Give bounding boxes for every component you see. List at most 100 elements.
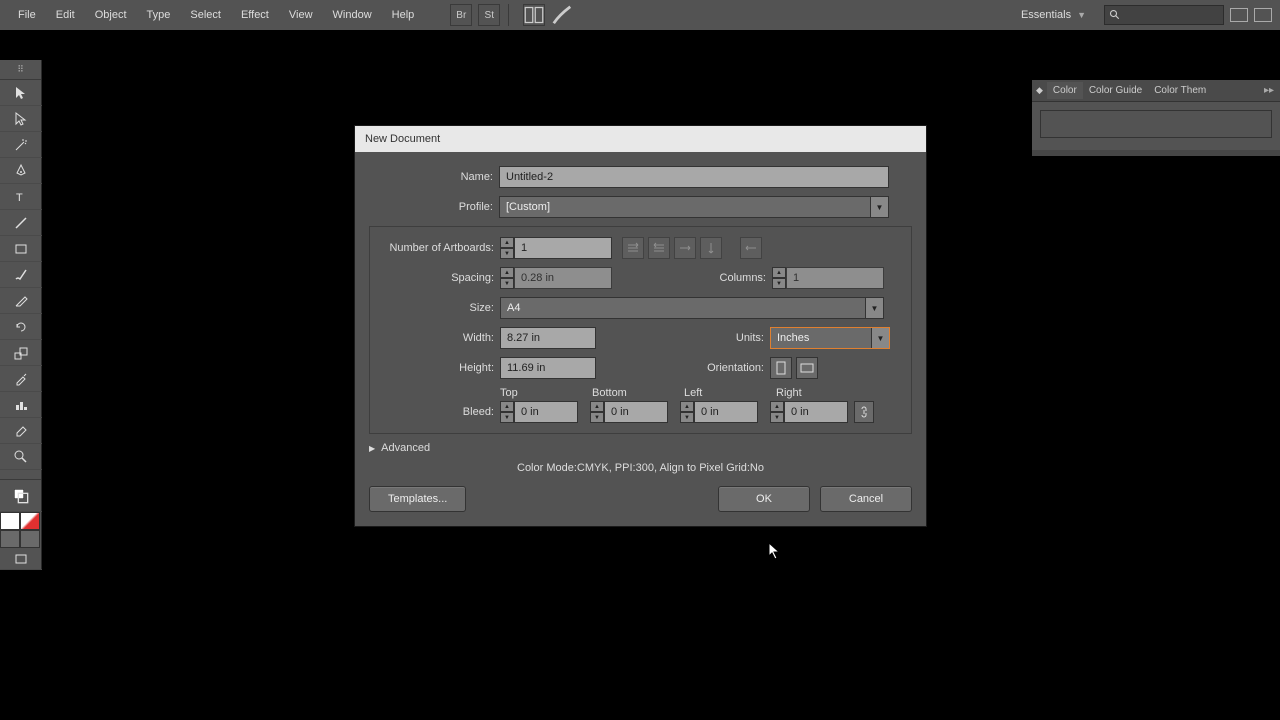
bridge-icon[interactable]: Br (450, 4, 472, 26)
bleed-right-header: Right (776, 387, 868, 399)
link-bleed-icon[interactable] (854, 401, 874, 423)
tab-color-guide[interactable]: Color Guide (1083, 82, 1148, 99)
chevron-down-icon: ▼ (865, 298, 883, 318)
rectangle-tool[interactable] (0, 236, 42, 262)
draw-normal[interactable] (0, 530, 20, 548)
bleed-label: Bleed: (382, 406, 500, 418)
panel-resize[interactable] (1032, 150, 1280, 156)
menubar: File Edit Object Type Select Effect View… (0, 0, 1280, 30)
tab-color-themes[interactable]: Color Them (1148, 82, 1212, 99)
orientation-landscape[interactable] (796, 357, 818, 379)
artboards-spinner[interactable]: ▲▼ 1 (500, 237, 612, 259)
width-input[interactable]: 8.27 in (500, 327, 596, 349)
draw-behind[interactable] (20, 530, 40, 548)
menu-select[interactable]: Select (180, 5, 231, 25)
bleed-left-spinner[interactable]: ▲▼0 in (680, 401, 758, 423)
toolbar-grip[interactable]: ⠿ (0, 60, 41, 80)
chevron-down-icon: ▼ (1077, 10, 1086, 20)
tab-color[interactable]: Color (1047, 82, 1083, 99)
grid-by-col-icon[interactable] (648, 237, 670, 259)
window-minimize-icon[interactable] (1230, 8, 1248, 22)
profile-label: Profile: (369, 201, 499, 213)
col-tb-icon[interactable] (700, 237, 722, 259)
graph-tool[interactable] (0, 392, 42, 418)
orientation-label: Orientation: (596, 362, 770, 374)
bleed-left-header: Left (684, 387, 776, 399)
selection-tool[interactable] (0, 80, 42, 106)
rtl-icon[interactable] (740, 237, 762, 259)
columns-spinner[interactable]: ▲▼ 1 (772, 267, 884, 289)
menu-effect[interactable]: Effect (231, 5, 279, 25)
menu-view[interactable]: View (279, 5, 323, 25)
svg-text:T: T (16, 192, 23, 204)
step-down-icon[interactable]: ▼ (500, 278, 514, 289)
menu-edit[interactable]: Edit (46, 5, 85, 25)
units-label: Units: (596, 332, 770, 344)
step-up-icon[interactable]: ▲ (772, 267, 786, 278)
color-strip[interactable] (1040, 110, 1272, 138)
step-down-icon[interactable]: ▼ (500, 248, 514, 259)
orientation-portrait[interactable] (770, 357, 792, 379)
artboard-group: Number of Artboards: ▲▼ 1 Spacing: ▲ (369, 226, 912, 434)
bleed-right-spinner[interactable]: ▲▼0 in (770, 401, 848, 423)
bleed-top-spinner[interactable]: ▲▼0 in (500, 401, 578, 423)
divider (508, 4, 509, 26)
chevron-down-icon: ▼ (871, 328, 889, 348)
window-maximize-icon[interactable] (1254, 8, 1272, 22)
tools-panel: ⠿ T (0, 60, 42, 570)
step-up-icon[interactable]: ▲ (500, 267, 514, 278)
screen-mode[interactable] (0, 548, 42, 570)
name-label: Name: (369, 171, 499, 183)
artboards-label: Number of Artboards: (382, 242, 500, 254)
spacing-spinner[interactable]: ▲▼ 0.28 in (500, 267, 612, 289)
menu-file[interactable]: File (8, 5, 46, 25)
pencil-tool[interactable] (0, 288, 42, 314)
row-lr-icon[interactable] (674, 237, 696, 259)
size-dropdown[interactable]: A4▼ (500, 297, 884, 319)
magic-wand-tool[interactable] (0, 132, 42, 158)
size-label: Size: (382, 302, 500, 314)
grid-by-row-icon[interactable] (622, 237, 644, 259)
scale-tool[interactable] (0, 340, 42, 366)
units-dropdown[interactable]: Inches▼ (770, 327, 890, 349)
stock-icon[interactable]: St (478, 4, 500, 26)
menu-help[interactable]: Help (382, 5, 425, 25)
panel-expand-icon[interactable]: ▸▸ (1258, 85, 1280, 96)
color-swatch[interactable] (0, 512, 20, 530)
width-label: Width: (382, 332, 500, 344)
fill-stroke-swatch[interactable] (0, 480, 42, 512)
arrange-icon[interactable] (523, 4, 545, 26)
none-swatch[interactable] (20, 512, 40, 530)
eraser-tool[interactable] (0, 418, 42, 444)
menu-object[interactable]: Object (85, 5, 137, 25)
step-up-icon[interactable]: ▲ (500, 237, 514, 248)
ok-button[interactable]: OK (718, 486, 810, 512)
name-input[interactable]: Untitled-2 (499, 166, 889, 188)
panel-menu-icon[interactable]: ◆ (1032, 85, 1047, 96)
pen-tool[interactable] (0, 158, 42, 184)
menu-window[interactable]: Window (323, 5, 382, 25)
step-down-icon[interactable]: ▼ (772, 278, 786, 289)
profile-dropdown[interactable]: [Custom]▼ (499, 196, 889, 218)
menu-type[interactable]: Type (137, 5, 181, 25)
advanced-toggle[interactable]: ▶ Advanced (369, 442, 912, 454)
eyedropper-tool[interactable] (0, 366, 42, 392)
bleed-bottom-spinner[interactable]: ▲▼0 in (590, 401, 668, 423)
search-input[interactable] (1104, 5, 1224, 25)
triangle-right-icon: ▶ (369, 444, 375, 453)
templates-button[interactable]: Templates... (369, 486, 466, 512)
brush-icon[interactable] (551, 4, 573, 26)
artboard-arrangement (622, 237, 762, 259)
type-tool[interactable]: T (0, 184, 42, 210)
height-label: Height: (382, 362, 500, 374)
color-mode-row (0, 512, 41, 530)
zoom-tool[interactable] (0, 444, 42, 470)
color-panel: ◆ Color Color Guide Color Them ▸▸ (1032, 80, 1280, 156)
rotate-tool[interactable] (0, 314, 42, 340)
direct-selection-tool[interactable] (0, 106, 42, 132)
height-input[interactable]: 11.69 in (500, 357, 596, 379)
workspace-switcher[interactable]: Essentials ▼ (1013, 7, 1094, 23)
cancel-button[interactable]: Cancel (820, 486, 912, 512)
brush-tool[interactable] (0, 262, 42, 288)
line-tool[interactable] (0, 210, 42, 236)
